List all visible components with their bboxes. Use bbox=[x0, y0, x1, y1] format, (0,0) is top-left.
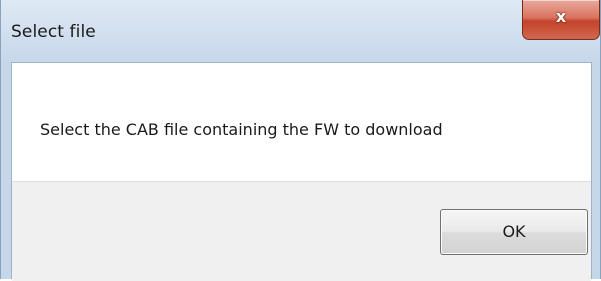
dialog-body: Select the CAB file containing the FW to… bbox=[11, 62, 592, 281]
title-bar[interactable]: Select file x bbox=[1, 0, 600, 62]
message-text: Select the CAB file containing the FW to… bbox=[40, 120, 443, 139]
ok-button[interactable]: OK bbox=[440, 209, 588, 255]
dialog-window: Select file x Select the CAB file contai… bbox=[0, 0, 601, 281]
close-button[interactable]: x bbox=[522, 0, 600, 40]
window-title: Select file bbox=[11, 22, 96, 42]
button-bar: OK bbox=[12, 181, 591, 281]
message-area: Select the CAB file containing the FW to… bbox=[12, 63, 591, 181]
close-icon: x bbox=[555, 7, 567, 26]
